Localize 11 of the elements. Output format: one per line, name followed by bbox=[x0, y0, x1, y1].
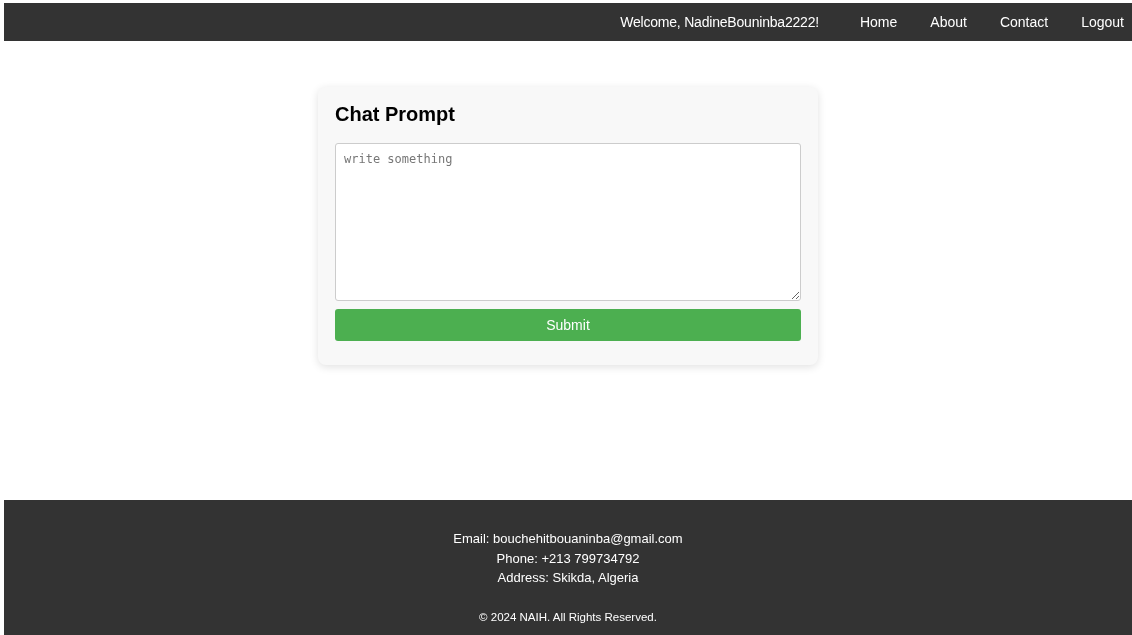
nav-link[interactable]: Home bbox=[838, 14, 910, 30]
prompt-field[interactable]: write something bbox=[335, 143, 801, 301]
footer-text: Phone: +213 799734792 bbox=[496, 549, 640, 568]
nav-link[interactable]: Logout bbox=[1060, 14, 1124, 30]
footer-text: Address: Skikda, Algeria bbox=[497, 569, 639, 587]
card-title: Chat Prompt bbox=[335, 103, 456, 126]
footer-text: Email: bouchehitbouaninba@gmail.com bbox=[453, 530, 683, 548]
nav-link[interactable]: Contact bbox=[978, 14, 1061, 30]
nav-link[interactable]: About bbox=[909, 14, 979, 30]
copyright-text: © 2024 NAIH. All Rights Reserved. bbox=[479, 610, 657, 623]
welcome-text: Welcome, NadineBouninba2222! bbox=[620, 14, 819, 30]
